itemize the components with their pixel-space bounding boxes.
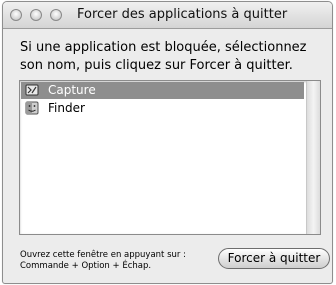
- list-scrollbar[interactable]: [306, 81, 320, 234]
- force-quit-button[interactable]: Forcer à quitter: [218, 248, 330, 269]
- shortcut-hint-keys: Commande + Option + Échap.: [20, 261, 152, 271]
- zoom-window-button[interactable]: [50, 9, 62, 21]
- application-list[interactable]: Capture Finder: [19, 80, 321, 235]
- close-window-button[interactable]: [10, 9, 22, 21]
- list-item-capture[interactable]: Capture: [21, 82, 304, 99]
- shortcut-hint-line: Ouvrez cette fenêtre en appuyant sur :: [20, 250, 186, 260]
- finder-app-icon: [25, 101, 39, 115]
- minimize-window-button[interactable]: [30, 9, 42, 21]
- list-item-label: Finder: [48, 101, 85, 115]
- title-bar[interactable]: Forcer des applications à quitter: [3, 2, 332, 29]
- capture-app-icon: [25, 84, 39, 96]
- list-item-label: Capture: [48, 83, 96, 97]
- list-item-finder[interactable]: Finder: [21, 100, 304, 117]
- shortcut-hint: Ouvrez cette fenêtre en appuyant sur : C…: [20, 250, 210, 272]
- force-quit-window: Forcer des applications à quitter Si une…: [2, 1, 333, 284]
- instruction-text: Si une application est bloquée, sélectio…: [20, 40, 307, 73]
- window-title: Forcer des applications à quitter: [77, 7, 288, 22]
